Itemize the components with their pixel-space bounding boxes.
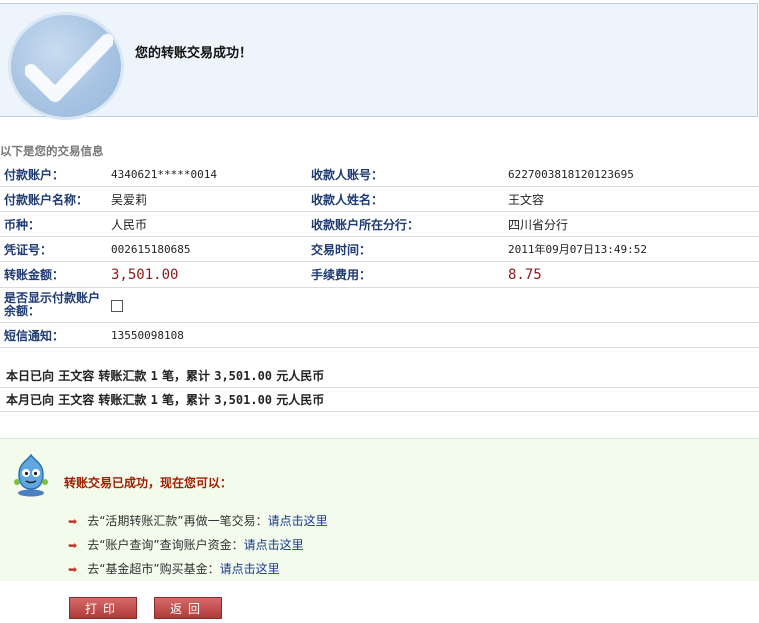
table-row: 凭证号： 002615180685 交易时间： 2011年09月07日13:49… — [0, 236, 759, 262]
payee-account-value: 6227003818120123695 — [504, 162, 759, 187]
next-steps-title: 转账交易已成功，现在您可以： — [64, 476, 233, 490]
sms-notify-label: 短信通知： — [0, 322, 107, 348]
fee-label: 手续费用： — [307, 261, 504, 288]
summary-unit: 笔，累计 — [162, 393, 211, 407]
next-step-text: 去“基金超市”购买基金： — [87, 562, 220, 576]
currency-label: 币种： — [0, 211, 107, 237]
summary-prefix: 本月已向 — [6, 393, 55, 407]
transaction-time-value: 2011年09月07日13:49:52 — [504, 236, 759, 262]
monthly-summary: 本月已向 王文容 转账汇款 1 笔，累计 3,501.00 元人民币 — [0, 388, 759, 412]
summary-amount: 3,501.00 — [214, 393, 273, 407]
summary-count: 1 — [150, 369, 158, 383]
next-step-item: ➡ 去“账户查询”查询账户资金：请点击这里 — [68, 536, 304, 553]
arrow-right-icon: ➡ — [68, 563, 78, 576]
account-query-link[interactable]: 请点击这里 — [244, 538, 304, 552]
payer-account-label: 付款账户： — [0, 162, 107, 187]
payer-name-label: 付款账户名称： — [0, 186, 107, 212]
banner-title: 您的转账交易成功！ — [135, 46, 253, 61]
payer-name-value: 吴爱莉 — [107, 186, 307, 212]
next-steps-panel: 转账交易已成功，现在您可以： ➡ 去“活期转账汇款”再做一笔交易：请点击这里 ➡ 去… — [0, 438, 759, 581]
section-caption: 以下是您的交易信息 — [0, 144, 104, 158]
fund-market-link[interactable]: 请点击这里 — [220, 562, 280, 576]
transaction-time-label: 交易时间： — [307, 236, 504, 262]
table-row: 付款账户： 4340621*****0014 收款人账号： 6227003818… — [0, 162, 759, 187]
success-banner: 您的转账交易成功！ — [0, 3, 758, 120]
next-step-item: ➡ 去“活期转账汇款”再做一笔交易：请点击这里 — [68, 512, 328, 529]
sms-notify-value: 13550098108 — [107, 322, 307, 348]
next-step-text: 去“账户查询”查询账户资金： — [87, 538, 244, 552]
payee-branch-label: 收款账户所在分行： — [307, 211, 504, 237]
next-step-text: 去“活期转账汇款”再做一笔交易： — [87, 514, 268, 528]
summary-count: 1 — [150, 393, 158, 407]
summary-name: 王文容 — [58, 369, 95, 383]
table-row: 币种： 人民币 收款账户所在分行： 四川省分行 — [0, 211, 759, 237]
summary-currency: 元人民币 — [276, 393, 325, 407]
fee-value: 8.75 — [504, 261, 759, 288]
payee-name-value: 王文容 — [504, 186, 759, 212]
arrow-right-icon: ➡ — [68, 515, 78, 528]
payee-branch-value: 四川省分行 — [504, 211, 759, 237]
summary-amount: 3,501.00 — [214, 369, 273, 383]
show-balance-label: 是否显示付款账户余额： — [0, 287, 107, 323]
arrow-right-icon: ➡ — [68, 539, 78, 552]
summary-name: 王文容 — [58, 393, 95, 407]
summary-mid: 转账汇款 — [98, 393, 147, 407]
check-icon — [8, 12, 124, 120]
table-row: 转账金额： 3,501.00 手续费用： 8.75 — [0, 261, 759, 288]
voucher-number-value: 002615180685 — [107, 236, 307, 262]
show-balance-checkbox[interactable] — [111, 299, 123, 312]
mascot-icon — [12, 451, 50, 500]
payee-account-label: 收款人账号： — [307, 162, 504, 187]
summary-prefix: 本日已向 — [6, 369, 55, 383]
print-button[interactable]: 打印 — [69, 597, 137, 619]
transfer-again-link[interactable]: 请点击这里 — [268, 514, 328, 528]
transfer-amount-label: 转账金额： — [0, 261, 107, 288]
table-row: 短信通知： 13550098108 — [0, 322, 759, 348]
next-step-item: ➡ 去“基金超市”购买基金：请点击这里 — [68, 560, 280, 577]
summary-mid: 转账汇款 — [98, 369, 147, 383]
daily-summary: 本日已向 王文容 转账汇款 1 笔，累计 3,501.00 元人民币 — [0, 364, 759, 388]
summary-currency: 元人民币 — [276, 369, 325, 383]
currency-value: 人民币 — [107, 211, 307, 237]
transfer-amount-value: 3,501.00 — [107, 261, 307, 288]
transaction-info-table: 付款账户： 4340621*****0014 收款人账号： 6227003818… — [0, 162, 759, 348]
payer-account-value: 4340621*****0014 — [107, 162, 307, 187]
voucher-number-label: 凭证号： — [0, 236, 107, 262]
table-row: 付款账户名称： 吴爱莉 收款人姓名： 王文容 — [0, 186, 759, 212]
payee-name-label: 收款人姓名： — [307, 186, 504, 212]
table-row: 是否显示付款账户余额： — [0, 287, 759, 323]
back-button[interactable]: 返回 — [154, 597, 222, 619]
summary-unit: 笔，累计 — [162, 369, 211, 383]
